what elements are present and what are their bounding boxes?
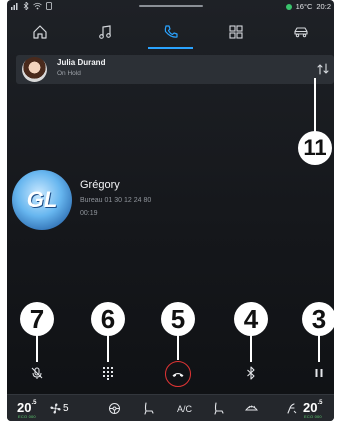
phone-small-icon xyxy=(46,2,52,10)
seat-heat-icon xyxy=(144,402,154,415)
contact-avatar: GL xyxy=(12,170,72,230)
callout-11-line xyxy=(314,78,316,133)
right-temp-decimal: .5 xyxy=(317,400,323,406)
right-temp-value: 20 xyxy=(303,400,318,415)
outside-temperature: 16°C xyxy=(295,2,313,11)
phone-call-screen: 16°C 20:2 Julia Durand On Hold 11 GL Gré… xyxy=(7,0,334,421)
signal-icon xyxy=(11,3,18,10)
callout-4-line xyxy=(250,332,252,362)
apps-grid-icon xyxy=(229,25,243,39)
mic-off-icon[interactable] xyxy=(30,366,44,380)
bluetooth-icon xyxy=(23,2,29,10)
hang-up-button[interactable] xyxy=(165,361,191,387)
fan-speed-value: 5 xyxy=(63,403,69,414)
callout-7-line xyxy=(36,332,38,362)
nav-phone[interactable] xyxy=(138,15,203,49)
air-flow[interactable] xyxy=(285,402,298,415)
clock: 20:2 xyxy=(316,2,331,11)
callout-4: 4 xyxy=(234,302,268,336)
on-hold-avatar xyxy=(22,57,47,82)
hang-up-icon xyxy=(172,373,184,377)
ac-toggle[interactable]: A/C xyxy=(177,402,192,415)
music-icon xyxy=(99,25,111,39)
left-temp-value: 20 xyxy=(17,400,32,415)
callout-7: 7 xyxy=(20,302,54,336)
on-hold-caller-name: Julia Durand xyxy=(57,58,106,67)
keypad-icon[interactable] xyxy=(101,366,115,380)
ac-label: A/C xyxy=(177,403,193,414)
status-bar: 16°C 20:2 xyxy=(7,0,334,14)
swap-calls-icon[interactable] xyxy=(316,62,330,76)
drag-handle[interactable] xyxy=(139,5,203,7)
right-seat-heat[interactable] xyxy=(212,402,225,415)
callout-6: 6 xyxy=(91,302,125,336)
call-duration: 00:19 xyxy=(80,210,98,217)
left-temperature[interactable]: 20.5 xyxy=(17,400,36,415)
callout-3-line xyxy=(318,332,320,362)
air-flow-icon xyxy=(287,403,297,414)
left-eco-label: ECO 000 xyxy=(18,414,36,419)
steering-wheel-icon xyxy=(109,403,120,414)
fan-icon xyxy=(50,403,61,414)
callout-3: 3 xyxy=(302,302,334,336)
left-seat-heat[interactable] xyxy=(142,402,155,415)
windshield-defrost[interactable] xyxy=(245,402,258,415)
pause-icon[interactable] xyxy=(312,366,326,380)
nav-home[interactable] xyxy=(7,15,72,49)
callout-5-line xyxy=(177,332,179,360)
right-eco-label: ECO 000 xyxy=(304,414,322,419)
right-temperature[interactable]: 20.5 xyxy=(303,400,322,415)
contact-name: Grégory xyxy=(80,179,120,191)
top-navigation xyxy=(7,15,334,49)
contact-number: Bureau 01 30 12 24 80 xyxy=(80,197,152,204)
callout-6-line xyxy=(107,332,109,362)
nav-car[interactable] xyxy=(269,15,334,49)
seat-icon xyxy=(214,402,224,415)
status-dot xyxy=(285,3,292,10)
status-info: 16°C 20:2 xyxy=(285,2,331,11)
left-temp-decimal: .5 xyxy=(31,400,37,406)
climate-bar: 20.5 ECO 000 5 A/C 20.5 ECO 000 xyxy=(7,394,334,421)
on-hold-call-banner[interactable]: Julia Durand On Hold xyxy=(16,55,334,84)
defrost-icon xyxy=(245,405,258,411)
car-icon xyxy=(294,27,308,38)
wifi-icon xyxy=(33,2,42,10)
nav-music[interactable] xyxy=(72,15,137,49)
status-icons xyxy=(11,2,52,10)
phone-icon xyxy=(164,25,178,38)
steering-wheel-heat[interactable] xyxy=(108,402,121,415)
nav-apps[interactable] xyxy=(203,15,268,49)
home-icon xyxy=(33,25,47,39)
on-hold-status: On Hold xyxy=(57,70,81,77)
fan-speed[interactable]: 5 xyxy=(49,402,69,415)
callout-5: 5 xyxy=(161,302,195,336)
callout-11: 11 xyxy=(298,131,332,165)
bluetooth-audio-icon[interactable] xyxy=(244,366,258,380)
